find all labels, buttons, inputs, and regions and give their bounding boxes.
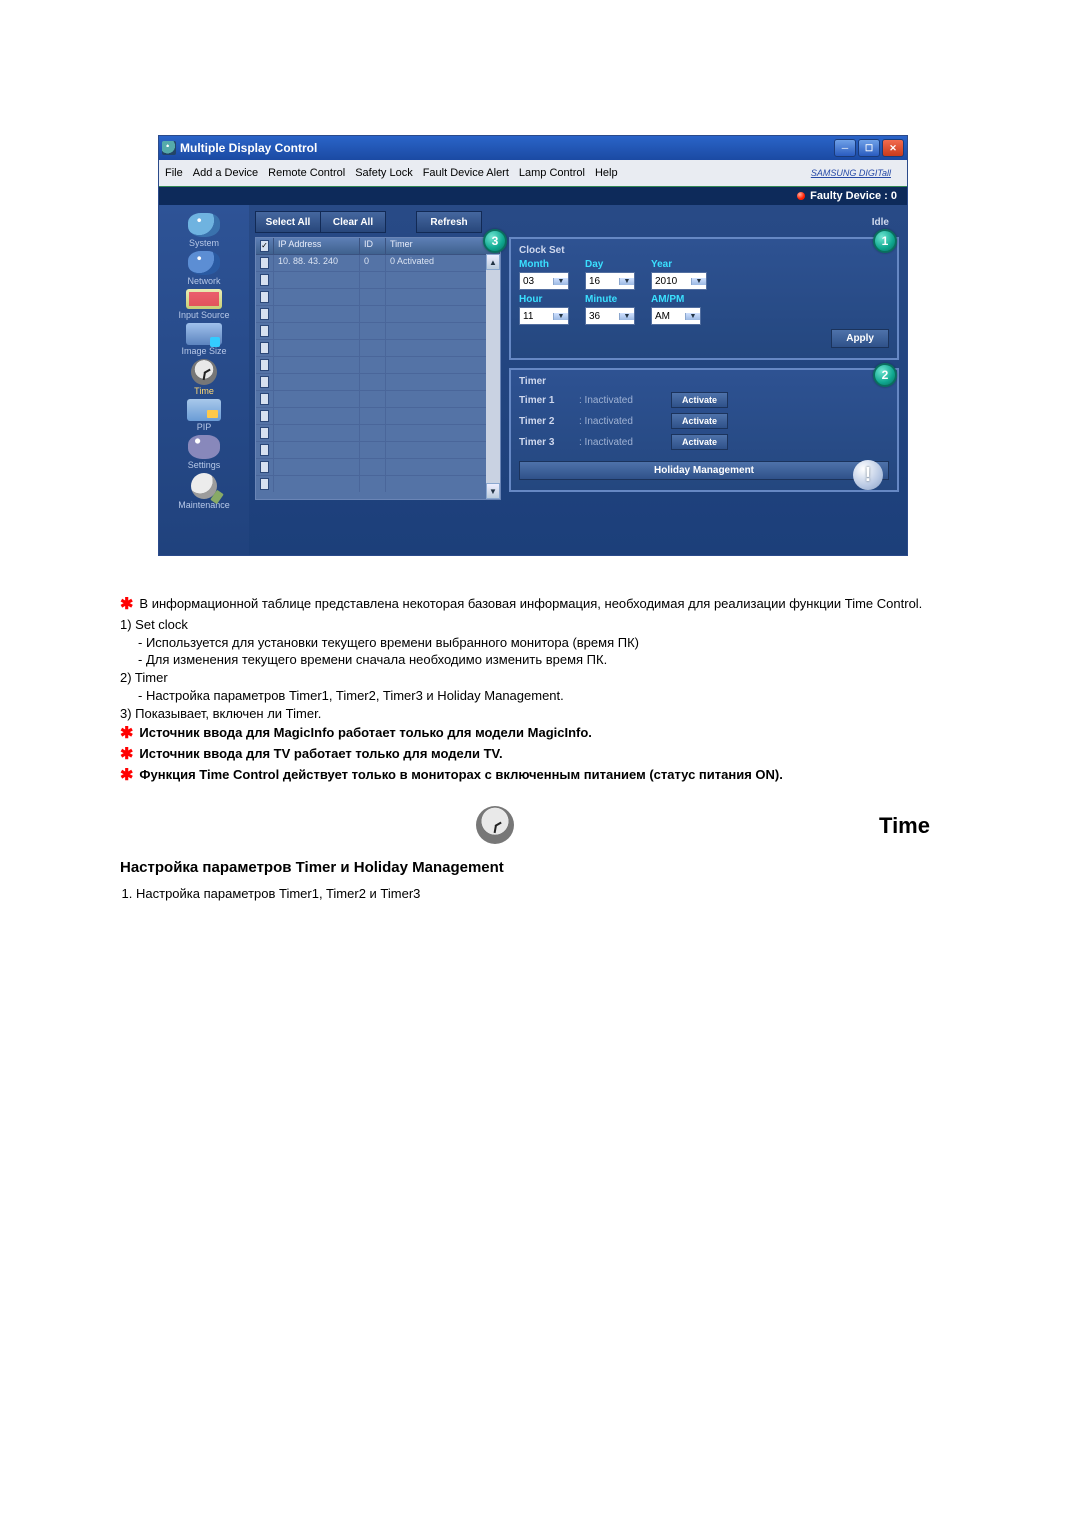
brand-label: SAMSUNG DIGITall [811, 168, 891, 178]
main-pane: Select All Clear All Refresh Idle 3 1 2 … [249, 205, 907, 555]
menu-fault-alert[interactable]: Fault Device Alert [423, 167, 509, 179]
row-checkbox[interactable] [260, 257, 269, 269]
device-table: ✓ IP Address ID Timer 10. 88. 43. 240 0 … [255, 237, 501, 500]
chevron-down-icon: ▼ [685, 313, 700, 320]
clock-set-title: Clock Set [519, 245, 889, 256]
chevron-down-icon: ▼ [619, 313, 634, 320]
timer-1-activate-button[interactable]: Activate [671, 392, 728, 408]
image-size-icon [186, 323, 222, 345]
scroll-up-icon[interactable]: ▲ [486, 254, 500, 270]
ampm-select[interactable]: AM▼ [651, 307, 701, 325]
hour-select[interactable]: 11▼ [519, 307, 569, 325]
refresh-button[interactable]: Refresh [416, 211, 482, 233]
chevron-down-icon: ▼ [553, 313, 568, 320]
time-icon [476, 806, 514, 844]
network-icon [188, 251, 220, 275]
faulty-device-count: Faulty Device : 0 [810, 190, 897, 202]
sidebar-item-time[interactable]: Time [164, 359, 244, 396]
window-title: Multiple Display Control [180, 141, 834, 155]
star-icon: ✱ [120, 725, 133, 742]
pip-icon [187, 399, 221, 421]
list-item: Настройка параметров Timer1, Timer2 и Ti… [136, 886, 930, 901]
minimize-button[interactable]: ─ [834, 139, 856, 157]
menu-safety-lock[interactable]: Safety Lock [355, 167, 412, 179]
table-scrollbar[interactable]: ▲ ▼ [486, 254, 500, 499]
sidebar-item-image-size[interactable]: Image Size [164, 323, 244, 356]
status-idle: Idle [872, 217, 899, 228]
sidebar-item-maintenance[interactable]: Maintenance [164, 473, 244, 510]
subheading-timer-holiday: Настройка параметров Timer и Holiday Man… [120, 859, 930, 876]
sidebar-item-settings[interactable]: Settings [164, 435, 244, 470]
select-all-button[interactable]: Select All [255, 211, 321, 233]
section-time-heading: Time [120, 806, 930, 845]
timer-1-row: Timer 1 : Inactivated Activate [519, 392, 889, 408]
minute-select[interactable]: 36▼ [585, 307, 635, 325]
star-icon: ✱ [120, 746, 133, 763]
close-button[interactable]: ✕ [882, 139, 904, 157]
timer-2-activate-button[interactable]: Activate [671, 413, 728, 429]
menu-remote-control[interactable]: Remote Control [268, 167, 345, 179]
sidebar: System Network Input Source Image Size T… [159, 205, 249, 555]
clock-set-panel: Clock Set Month Day Year 03▼ 16▼ 2010▼ [509, 237, 899, 360]
settings-icon [188, 435, 220, 459]
menu-add-device[interactable]: Add a Device [193, 167, 258, 179]
star-icon: ✱ [120, 767, 133, 784]
faulty-indicator-icon [797, 192, 805, 200]
year-select[interactable]: 2010▼ [651, 272, 707, 290]
chevron-down-icon: ▼ [619, 278, 634, 285]
timer-3-activate-button[interactable]: Activate [671, 434, 728, 450]
titlebar: Multiple Display Control ─ ☐ ✕ [159, 136, 907, 160]
chevron-down-icon: ▼ [691, 278, 706, 285]
sidebar-item-network[interactable]: Network [164, 251, 244, 286]
table-row[interactable]: 10. 88. 43. 240 0 0 Activated [256, 255, 500, 272]
callout-1: 1 [873, 229, 897, 253]
sidebar-item-pip[interactable]: PIP [164, 399, 244, 432]
document-body: ✱ В информационной таблице представлена … [120, 596, 930, 901]
app-icon [162, 141, 176, 155]
timer-panel: Timer Timer 1 : Inactivated Activate Tim… [509, 368, 899, 492]
warning-icon: ! [853, 460, 883, 490]
col-ip: IP Address [274, 238, 360, 254]
timer-2-row: Timer 2 : Inactivated Activate [519, 413, 889, 429]
callout-3: 3 [483, 229, 507, 253]
star-icon: ✱ [120, 596, 133, 613]
menu-file[interactable]: File [165, 167, 183, 179]
app-window: Multiple Display Control ─ ☐ ✕ File Add … [158, 135, 908, 556]
system-icon [188, 213, 220, 237]
callout-2: 2 [873, 363, 897, 387]
maximize-button[interactable]: ☐ [858, 139, 880, 157]
scroll-down-icon[interactable]: ▼ [486, 483, 500, 499]
sidebar-item-system[interactable]: System [164, 213, 244, 248]
menubar: File Add a Device Remote Control Safety … [159, 160, 907, 186]
menu-lamp-control[interactable]: Lamp Control [519, 167, 585, 179]
faulty-device-bar: Faulty Device : 0 [159, 186, 907, 205]
day-select[interactable]: 16▼ [585, 272, 635, 290]
sidebar-item-input-source[interactable]: Input Source [164, 289, 244, 320]
input-source-icon [186, 289, 222, 309]
timer-panel-title: Timer [519, 376, 889, 387]
month-select[interactable]: 03▼ [519, 272, 569, 290]
time-icon [191, 359, 217, 385]
clear-all-button[interactable]: Clear All [321, 211, 386, 233]
header-checkbox[interactable]: ✓ [260, 240, 269, 252]
col-id: ID [360, 238, 386, 254]
apply-button[interactable]: Apply [831, 329, 889, 348]
holiday-management-button[interactable]: Holiday Management [519, 461, 889, 480]
maintenance-icon [191, 473, 217, 499]
menu-help[interactable]: Help [595, 167, 618, 179]
timer-3-row: Timer 3 : Inactivated Activate [519, 434, 889, 450]
chevron-down-icon: ▼ [553, 278, 568, 285]
